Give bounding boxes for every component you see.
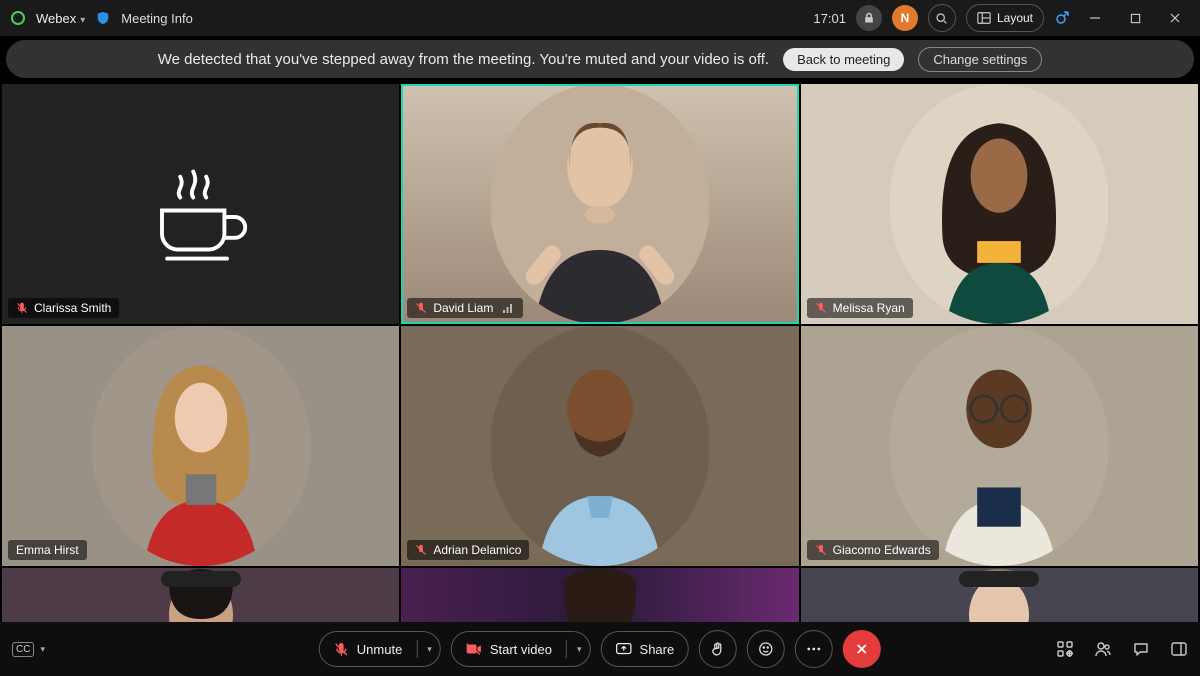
participant-video-placeholder	[889, 84, 1109, 324]
apps-icon[interactable]	[1056, 640, 1074, 658]
gender-icon[interactable]	[1054, 10, 1070, 26]
away-coffee-icon	[136, 139, 266, 269]
video-grid: Clarissa Smith David Liam Meli	[0, 84, 1200, 622]
start-video-button[interactable]: Start video ▾	[451, 631, 591, 667]
banner-message: We detected that you've stepped away fro…	[158, 51, 769, 68]
window-minimize-icon[interactable]	[1080, 10, 1110, 26]
title-bar: Webex▾ Meeting Info 17:01 N Layout	[0, 0, 1200, 36]
participant-name: Melissa Ryan	[833, 301, 905, 315]
participant-name: Giacomo Edwards	[833, 543, 931, 557]
mic-muted-icon	[16, 302, 28, 314]
participant-name: David Liam	[433, 301, 493, 315]
raise-hand-button[interactable]	[699, 630, 737, 668]
participant-video-placeholder	[899, 568, 1099, 622]
participant-video-placeholder	[490, 84, 710, 324]
shield-icon	[95, 10, 111, 26]
chevron-down-icon: ▾	[80, 15, 85, 26]
participant-video-placeholder	[500, 568, 700, 622]
chevron-down-icon: ▾	[40, 644, 45, 655]
share-button[interactable]: Share	[601, 631, 690, 667]
app-name[interactable]: Webex▾	[36, 11, 85, 26]
meeting-info-button[interactable]: Meeting Info	[121, 11, 193, 26]
participant-name: Emma Hirst	[16, 543, 79, 557]
participant-nametag: Adrian Delamico	[407, 540, 529, 560]
video-tile[interactable]	[2, 568, 399, 622]
participant-nametag: Giacomo Edwards	[807, 540, 939, 560]
layout-button[interactable]: Layout	[966, 4, 1044, 32]
camera-off-icon	[466, 642, 482, 656]
participant-nametag: Clarissa Smith	[8, 298, 119, 318]
video-tile[interactable]: Melissa Ryan	[801, 84, 1198, 324]
search-icon[interactable]	[928, 4, 956, 32]
video-tile[interactable]	[401, 568, 798, 622]
chevron-down-icon[interactable]: ▾	[427, 644, 432, 655]
video-tile[interactable]: Emma Hirst	[2, 326, 399, 566]
chat-icon[interactable]	[1132, 640, 1150, 658]
away-banner: We detected that you've stepped away fro…	[6, 40, 1194, 78]
participant-video-placeholder	[101, 568, 301, 622]
unmute-button[interactable]: Unmute ▾	[319, 631, 441, 667]
share-screen-icon	[616, 642, 632, 656]
video-tile[interactable]: Adrian Delamico	[401, 326, 798, 566]
video-tile[interactable]: Clarissa Smith	[2, 84, 399, 324]
video-tile[interactable]	[801, 568, 1198, 622]
mic-muted-icon	[415, 544, 427, 556]
meeting-toolbar: CC ▾ Unmute ▾ Start video ▾ Share	[0, 622, 1200, 676]
mic-muted-icon	[415, 302, 427, 314]
mic-muted-icon	[334, 642, 349, 657]
mic-muted-icon	[815, 544, 827, 556]
webex-logo-icon	[10, 10, 26, 26]
avatar[interactable]: N	[892, 5, 918, 31]
leave-meeting-button[interactable]	[843, 630, 881, 668]
participant-video-placeholder	[490, 326, 710, 566]
participant-nametag: David Liam	[407, 298, 523, 318]
more-options-button[interactable]	[795, 630, 833, 668]
closed-captions-button[interactable]: CC ▾	[12, 642, 45, 657]
window-close-icon[interactable]	[1160, 10, 1190, 26]
signal-bars-icon	[503, 303, 515, 313]
participant-name: Clarissa Smith	[34, 301, 111, 315]
change-settings-button[interactable]: Change settings	[918, 47, 1042, 72]
participant-nametag: Emma Hirst	[8, 540, 87, 560]
video-tile[interactable]: David Liam	[401, 84, 798, 324]
back-to-meeting-button[interactable]: Back to meeting	[783, 48, 904, 71]
panel-icon[interactable]	[1170, 641, 1188, 657]
participants-icon[interactable]	[1094, 640, 1112, 658]
participant-name: Adrian Delamico	[433, 543, 521, 557]
clock: 17:01	[813, 11, 846, 26]
participant-video-placeholder	[889, 326, 1109, 566]
lock-icon[interactable]	[856, 5, 882, 31]
participant-nametag: Melissa Ryan	[807, 298, 913, 318]
mic-muted-icon	[815, 302, 827, 314]
participant-video-placeholder	[91, 326, 311, 566]
chevron-down-icon[interactable]: ▾	[577, 644, 582, 655]
video-tile[interactable]: Giacomo Edwards	[801, 326, 1198, 566]
reactions-button[interactable]	[747, 630, 785, 668]
window-maximize-icon[interactable]	[1120, 10, 1150, 26]
